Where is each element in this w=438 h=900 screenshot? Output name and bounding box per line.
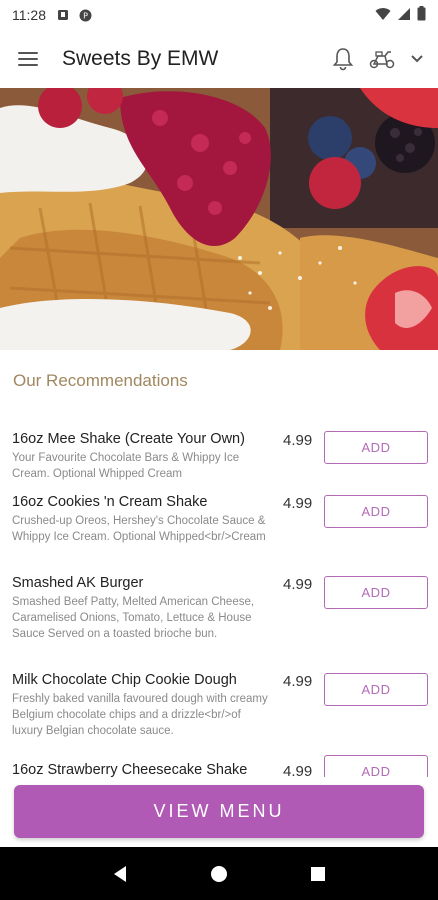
item-name: 16oz Cookies 'n Cream Shake bbox=[12, 494, 208, 510]
recommendations-list[interactable]: 16oz Mee Shake (Create Your Own) Your Fa… bbox=[0, 422, 438, 777]
view-menu-bar: VIEW MENU bbox=[0, 777, 438, 847]
view-menu-button[interactable]: VIEW MENU bbox=[14, 785, 424, 838]
item-name: Smashed AK Burger bbox=[12, 575, 144, 591]
app-bar: Sweets By EMW bbox=[0, 30, 438, 88]
add-button[interactable]: ADD bbox=[324, 495, 428, 528]
svg-text:P: P bbox=[83, 11, 88, 20]
bell-icon[interactable] bbox=[332, 47, 354, 71]
item-description: Freshly baked vanilla favoured dough wit… bbox=[12, 693, 268, 737]
list-item[interactable]: Smashed AK Burger Smashed Beef Patty, Me… bbox=[0, 566, 438, 663]
item-price: 4.99 bbox=[283, 576, 313, 593]
item-price: 4.99 bbox=[283, 432, 313, 449]
add-button[interactable]: ADD bbox=[324, 673, 428, 706]
add-button[interactable]: ADD bbox=[324, 576, 428, 609]
section-title-recommendations: Our Recommendations bbox=[13, 371, 188, 390]
recents-icon[interactable] bbox=[308, 864, 328, 884]
back-icon[interactable] bbox=[110, 864, 130, 884]
delivery-scooter-icon[interactable] bbox=[368, 48, 396, 70]
app-bar-actions bbox=[332, 47, 424, 71]
system-navigation-bar bbox=[0, 847, 438, 900]
item-description: Smashed Beef Patty, Melted American Chee… bbox=[12, 596, 255, 640]
item-price: 4.99 bbox=[283, 763, 313, 777]
add-button[interactable]: ADD bbox=[324, 755, 428, 777]
item-description: Crushed-up Oreos, Hershey's Chocolate Sa… bbox=[12, 515, 266, 543]
list-item[interactable]: 16oz Mee Shake (Create Your Own) Your Fa… bbox=[0, 422, 438, 485]
item-price: 4.99 bbox=[283, 673, 313, 690]
item-description: Your Favourite Chocolate Bars & Whippy I… bbox=[12, 452, 240, 480]
page-title: Sweets By EMW bbox=[62, 47, 219, 70]
item-name: 16oz Strawberry Cheesecake Shake bbox=[12, 762, 248, 777]
chevron-down-icon[interactable] bbox=[410, 54, 424, 64]
list-item[interactable]: 16oz Cookies 'n Cream Shake Crushed-up O… bbox=[0, 485, 438, 566]
notification-app-icon bbox=[56, 8, 70, 22]
add-button[interactable]: ADD bbox=[324, 431, 428, 464]
wifi-icon bbox=[375, 7, 391, 24]
cell-signal-icon bbox=[397, 7, 411, 24]
item-name: Milk Chocolate Chip Cookie Dough bbox=[12, 672, 237, 688]
battery-icon bbox=[417, 6, 426, 24]
list-item[interactable]: 16oz Strawberry Cheesecake Shake 4.99 AD… bbox=[0, 753, 438, 777]
status-bar: 11:28 P bbox=[0, 0, 438, 30]
hamburger-menu-icon[interactable] bbox=[18, 47, 42, 71]
status-indicators bbox=[375, 6, 426, 24]
item-name: 16oz Mee Shake (Create Your Own) bbox=[12, 431, 245, 447]
item-price: 4.99 bbox=[283, 495, 313, 512]
status-time: 11:28 bbox=[12, 7, 46, 23]
list-item[interactable]: Milk Chocolate Chip Cookie Dough Freshly… bbox=[0, 663, 438, 753]
notification-app-icon-2: P bbox=[78, 8, 92, 22]
hero-image bbox=[0, 88, 438, 350]
home-icon[interactable] bbox=[209, 864, 229, 884]
